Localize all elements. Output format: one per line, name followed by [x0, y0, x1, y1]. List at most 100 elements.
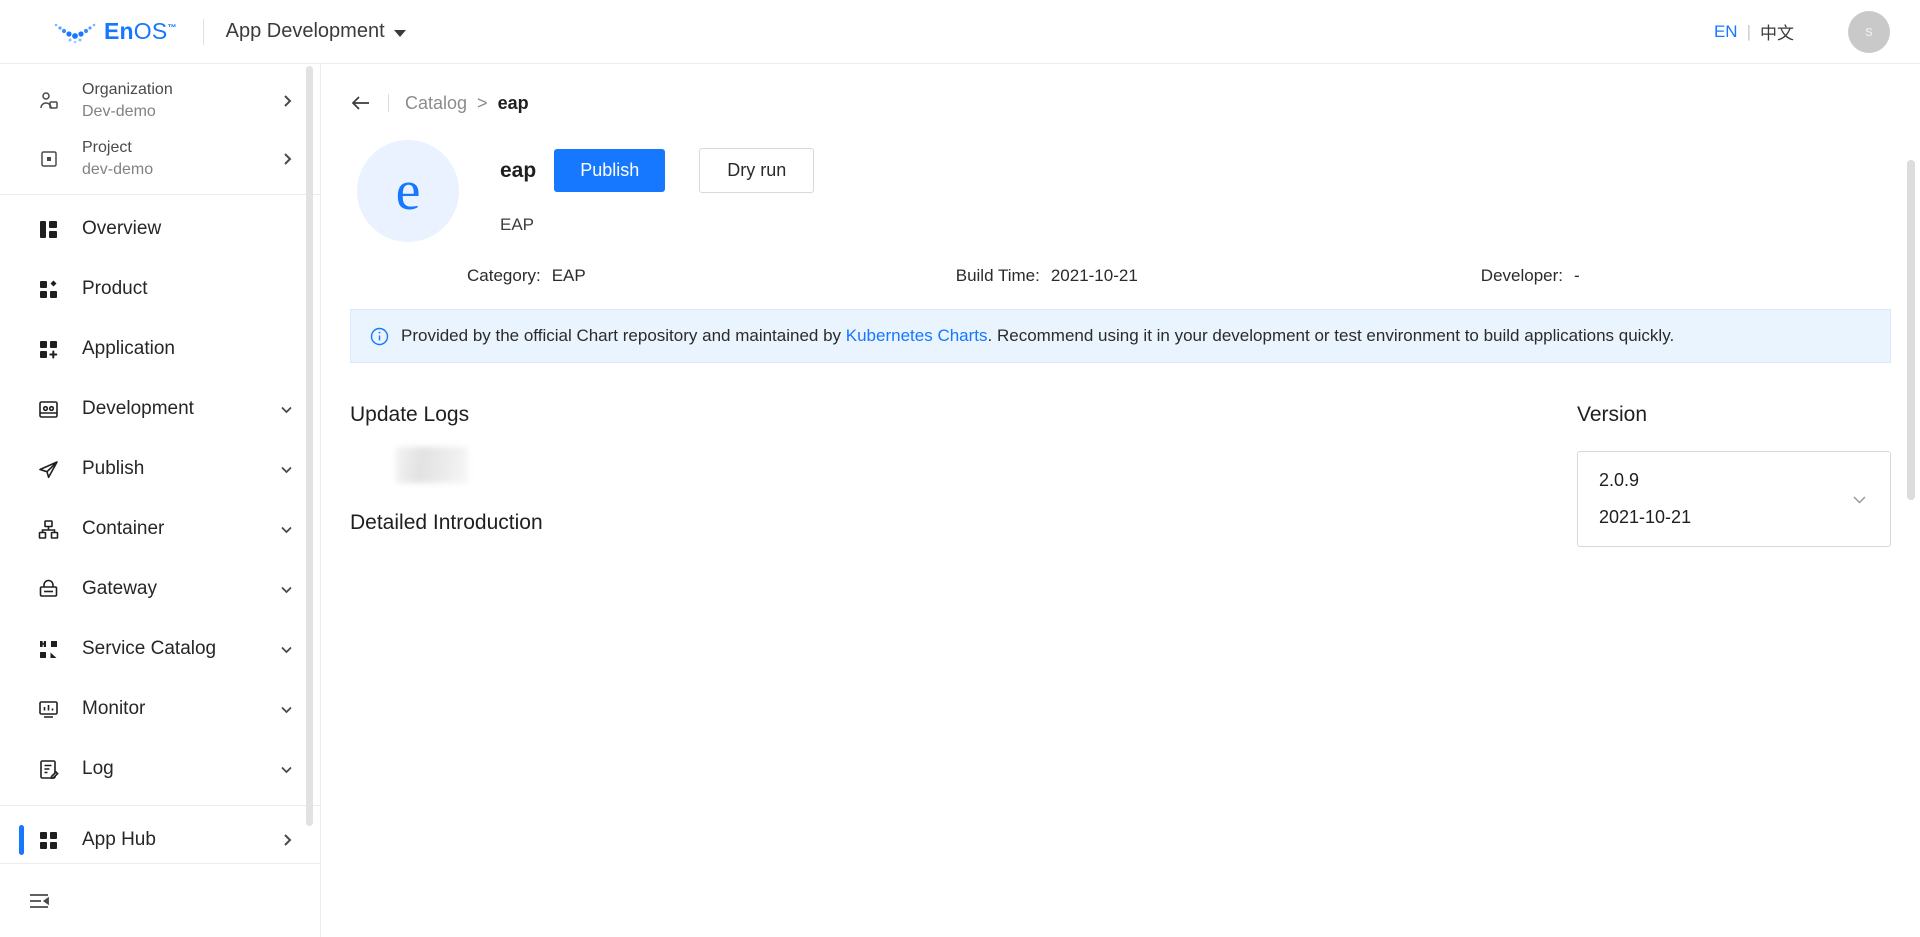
right-column: Version 2.0.9 2021-10-21	[1577, 403, 1891, 547]
sidebar-context-block: Organization Dev-demo Project	[0, 64, 320, 188]
breadcrumb-separator: >	[477, 93, 488, 114]
sidebar-item-development[interactable]: Development	[0, 379, 320, 439]
sidebar-org-texts: Organization Dev-demo	[82, 79, 173, 122]
collapse-sidebar-icon[interactable]	[28, 890, 50, 912]
sidebar-item-application[interactable]: Application	[0, 319, 320, 379]
chevron-right-icon	[280, 94, 294, 108]
banner-text-before: Provided by the official Chart repositor…	[401, 326, 846, 345]
left-column: Update Logs Detailed Introduction	[350, 403, 1557, 547]
dry-run-button[interactable]: Dry run	[699, 148, 814, 193]
gateway-icon	[38, 579, 64, 600]
meta-category: Category: EAP	[467, 266, 586, 286]
sidebar-item-project[interactable]: Project dev-demo	[0, 130, 320, 188]
breadcrumb-parent-link[interactable]: Catalog	[405, 93, 467, 114]
version-select[interactable]: 2.0.9 2021-10-21	[1577, 451, 1891, 547]
breadcrumb-divider	[388, 94, 389, 112]
chevron-down-icon	[279, 582, 294, 597]
app-logo: e	[357, 140, 459, 242]
breadcrumb-current: eap	[498, 93, 529, 114]
content-columns: Update Logs Detailed Introduction Versio…	[321, 363, 1920, 547]
sidebar-label: Product	[82, 278, 147, 300]
chevron-down-icon	[279, 642, 294, 657]
page-scrollbar[interactable]	[1907, 160, 1915, 500]
meta-developer: Developer: -	[1481, 266, 1580, 286]
sidebar-item-product[interactable]: Product	[0, 259, 320, 319]
app-title-row: eap Publish Dry run	[500, 148, 814, 193]
kubernetes-charts-link[interactable]: Kubernetes Charts	[846, 326, 988, 345]
brand-name-en: En	[104, 18, 134, 44]
chevron-down-icon	[279, 462, 294, 477]
banner-text-after: . Recommend using it in your development…	[988, 326, 1675, 345]
back-arrow-icon[interactable]	[350, 92, 372, 114]
meta-build-time-key: Build Time:	[956, 266, 1040, 286]
lang-zh-button[interactable]: 中文	[1760, 19, 1794, 44]
product-icon	[38, 279, 64, 300]
project-icon	[38, 148, 64, 170]
sidebar-org-label: Organization	[82, 79, 173, 101]
monitor-icon	[38, 699, 64, 720]
version-select-value: 2.0.9 2021-10-21	[1599, 470, 1691, 528]
log-icon	[38, 759, 64, 780]
main-content: Catalog > eap e eap Publish Dry run EAP …	[321, 64, 1920, 937]
sidebar-item-log[interactable]: Log	[0, 739, 320, 799]
version-title: Version	[1577, 403, 1891, 427]
sidebar-item-monitor[interactable]: Monitor	[0, 679, 320, 739]
sidebar-item-app-hub[interactable]: App Hub	[0, 810, 320, 863]
chevron-right-icon	[280, 152, 294, 166]
chevron-right-icon	[280, 833, 294, 847]
application-icon	[38, 339, 64, 360]
sidebar-project-texts: Project dev-demo	[82, 137, 153, 180]
info-banner-text: Provided by the official Chart repositor…	[401, 326, 1674, 346]
lang-en-button[interactable]: EN	[1714, 22, 1738, 42]
sidebar-label: Application	[82, 338, 175, 360]
sidebar-scroll-area: Organization Dev-demo Project	[0, 64, 320, 863]
meta-build-time-value: 2021-10-21	[1051, 266, 1138, 286]
sidebar: Organization Dev-demo Project	[0, 64, 321, 937]
sidebar-item-service-catalog[interactable]: Service Catalog	[0, 619, 320, 679]
app-meta-row: Category: EAP Build Time: 2021-10-21 Dev…	[357, 266, 1920, 286]
meta-category-value: EAP	[552, 266, 586, 286]
chevron-down-icon	[279, 522, 294, 537]
service-catalog-icon	[38, 639, 64, 660]
header-divider	[203, 19, 204, 45]
sidebar-item-gateway[interactable]: Gateway	[0, 559, 320, 619]
meta-developer-value: -	[1574, 266, 1580, 286]
brand-logo[interactable]: EnOS™	[52, 18, 177, 45]
sidebar-label: Log	[82, 758, 114, 780]
enos-logo-icon	[52, 19, 98, 45]
sidebar-divider	[0, 194, 320, 195]
trademark-symbol: ™	[167, 22, 176, 32]
brand-name: EnOS™	[104, 18, 177, 45]
sidebar-label: Gateway	[82, 578, 157, 600]
sidebar-label: Overview	[82, 218, 161, 240]
development-icon	[38, 399, 64, 420]
sidebar-item-overview[interactable]: Overview	[0, 199, 320, 259]
version-number: 2.0.9	[1599, 470, 1691, 491]
app-switcher-label: App Development	[226, 20, 385, 43]
sidebar-label: Publish	[82, 458, 144, 480]
page-title: eap	[500, 159, 536, 183]
update-logs-title: Update Logs	[350, 403, 1557, 427]
top-bar: EnOS™ App Development EN | 中文 s	[0, 0, 1920, 64]
publish-button[interactable]: Publish	[554, 149, 665, 192]
sidebar-project-value: dev-demo	[82, 159, 153, 181]
chevron-down-icon	[394, 30, 406, 37]
top-bar-right: EN | 中文 s	[1714, 11, 1890, 53]
app-root: EnOS™ App Development EN | 中文 s	[0, 0, 1920, 937]
info-circle-icon	[370, 327, 389, 346]
app-hub-icon	[38, 830, 64, 851]
sidebar-item-organization[interactable]: Organization Dev-demo	[0, 72, 320, 130]
sidebar-project-label: Project	[82, 137, 153, 159]
info-banner: Provided by the official Chart repositor…	[350, 309, 1891, 363]
chevron-down-icon	[279, 702, 294, 717]
update-logs-redacted-content	[396, 447, 468, 483]
avatar[interactable]: s	[1848, 11, 1890, 53]
language-switcher: EN | 中文	[1714, 19, 1794, 44]
sidebar-item-container[interactable]: Container	[0, 499, 320, 559]
sidebar-item-publish[interactable]: Publish	[0, 439, 320, 499]
meta-developer-key: Developer:	[1481, 266, 1563, 286]
meta-build-time: Build Time: 2021-10-21	[956, 266, 1138, 286]
chevron-down-icon	[279, 762, 294, 777]
app-switcher[interactable]: App Development	[226, 20, 406, 43]
lang-separator: |	[1747, 22, 1751, 42]
